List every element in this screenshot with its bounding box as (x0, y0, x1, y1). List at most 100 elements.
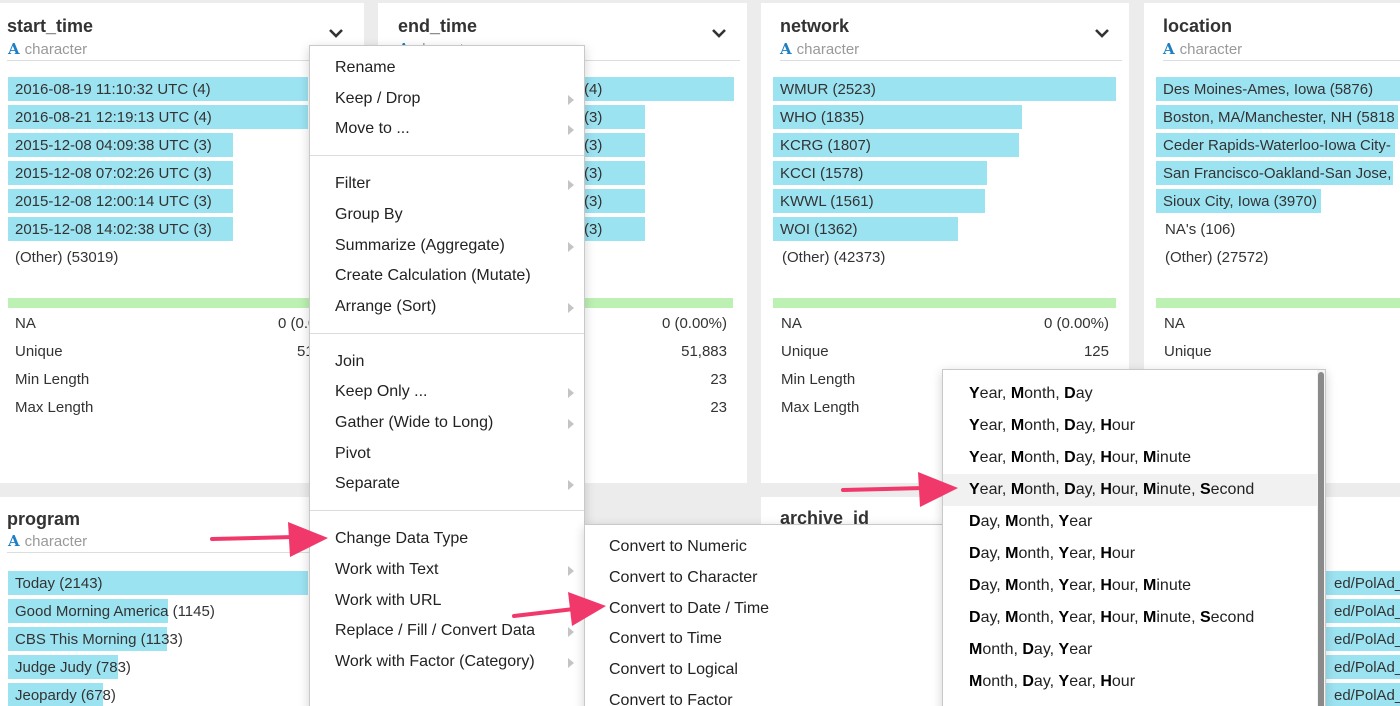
value-bar-label: 2015-12-08 12:00:14 UTC (3) (15, 193, 212, 210)
date-format-option[interactable]: Year, Month, Day, Hour, Minute (943, 442, 1325, 474)
value-bar-row[interactable]: Ceder Rapids-Waterloo-Iowa City- (1156, 133, 1400, 157)
scrollbar-thumb[interactable] (1318, 372, 1324, 706)
scrollbar[interactable] (1317, 370, 1325, 706)
value-bar-label: WHO (1835) (780, 109, 865, 126)
menu-item-label: Work with Text (335, 560, 439, 578)
menu-item[interactable]: Move to ... (310, 114, 584, 144)
value-bar-row[interactable]: Good Morning America (1145) (8, 599, 308, 623)
chevron-down-icon[interactable] (1094, 25, 1110, 41)
menu-item[interactable]: Summarize (Aggregate) (310, 231, 584, 261)
menu-item[interactable]: Group By (310, 200, 584, 230)
menu-item[interactable]: Keep / Drop (310, 84, 584, 114)
value-bar-row[interactable]: KWWL (1561) (773, 189, 1116, 213)
value-bar-row[interactable]: 2016-08-21 12:19:13 UTC (4) (8, 105, 308, 129)
format-rest: ear, (1069, 609, 1101, 626)
date-format-option[interactable]: Year, Month, Day, Hour (943, 410, 1325, 442)
menu-item[interactable]: Keep Only ... (310, 377, 584, 407)
value-bar-row[interactable]: Jeopardy (678) (8, 683, 308, 706)
format-initial: H (1100, 481, 1112, 498)
submenu-arrow-icon (568, 302, 574, 313)
menu-item[interactable]: Gather (Wide to Long) (310, 408, 584, 438)
format-rest: onth, (1024, 385, 1065, 402)
date-format-option[interactable]: Month, Day, Year (943, 634, 1325, 666)
value-bar-row[interactable]: San Francisco-Oakland-San Jose, (1156, 161, 1400, 185)
format-rest: ear, (979, 449, 1011, 466)
date-format-label: Year, Month, Day (969, 385, 1093, 403)
format-rest: our (1111, 545, 1136, 562)
format-initial: M (1005, 577, 1019, 594)
menu-item[interactable]: Convert to Numeric (585, 532, 942, 562)
date-format-label: Year, Month, Day, Hour, Minute (969, 449, 1191, 467)
menu-item[interactable]: Convert to Time (585, 624, 942, 654)
menu-item[interactable]: Join (310, 347, 584, 377)
date-format-option[interactable]: Day, Month, Year, Hour, Minute (943, 570, 1325, 602)
value-bar-label: 2015-12-08 07:02:26 UTC (3) (15, 165, 212, 182)
menu-item-label: Convert to Date / Time (609, 599, 770, 617)
menu-item[interactable]: Pivot (310, 439, 584, 469)
menu-item[interactable]: Change Data Type (310, 524, 584, 554)
value-bar-row[interactable]: WHO (1835) (773, 105, 1116, 129)
value-bar-row[interactable]: Sioux City, Iowa (3970) (1156, 189, 1400, 213)
value-bar-label: ed/PolAd_ (1334, 659, 1400, 676)
date-format-option[interactable]: Year, Month, Day, Hour, Minute, Second (943, 474, 1325, 506)
menu-item[interactable]: Convert to Character (585, 563, 942, 593)
column-type: Acharacter (8, 40, 87, 58)
menu-item[interactable]: Convert to Date / Time (585, 594, 942, 624)
value-bar-label: Des Moines-Ames, Iowa (5876) (1163, 81, 1374, 98)
other-count: (Other) (53019) (15, 249, 119, 266)
value-bar-row[interactable]: WOI (1362) (773, 217, 1116, 241)
date-format-option[interactable]: Day, Month, Year (943, 506, 1325, 538)
menu-item[interactable]: Rename (310, 53, 584, 83)
date-format-option[interactable]: Month, Day, Year, Hour (943, 666, 1325, 698)
menu-item[interactable]: Work with Text (310, 555, 584, 585)
date-format-option[interactable]: Day, Month, Year, Hour, Minute, Second (943, 602, 1325, 634)
value-bar-row[interactable]: KCRG (1807) (773, 133, 1116, 157)
value-bar-row[interactable]: 2015-12-08 12:00:14 UTC (3) (8, 189, 308, 213)
menu-item[interactable]: Create Calculation (Mutate) (310, 261, 584, 291)
format-initial: D (1064, 481, 1076, 498)
format-initial: S (1199, 609, 1211, 626)
menu-item[interactable]: Convert to Factor (585, 686, 942, 706)
value-bar-row[interactable]: 2015-12-08 07:02:26 UTC (3) (8, 161, 308, 185)
value-bar-row[interactable]: Des Moines-Ames, Iowa (5876) (1156, 77, 1400, 101)
date-format-option[interactable]: Day, Month, Year, Hour (943, 538, 1325, 570)
submenu-arrow-icon (568, 241, 574, 252)
value-bar-row[interactable]: WMUR (2523) (773, 77, 1116, 101)
menu-item-label: Convert to Factor (609, 692, 733, 706)
value-bar-row[interactable]: 2016-08-19 11:10:32 UTC (4) (8, 77, 308, 101)
menu-item[interactable]: Arrange (Sort) (310, 292, 584, 322)
date-format-option[interactable]: Year, Month, Day (943, 378, 1325, 410)
stat-label-unique: Unique (781, 343, 829, 360)
format-rest: our (1111, 417, 1136, 434)
value-bar-label: Judge Judy (783) (15, 659, 131, 676)
menu-item-label: Keep / Drop (335, 89, 421, 107)
value-bar-row[interactable]: Judge Judy (783) (8, 655, 308, 679)
menu-item-label: Summarize (Aggregate) (335, 236, 505, 254)
value-bar-row[interactable]: 2015-12-08 04:09:38 UTC (3) (8, 133, 308, 157)
menu-item[interactable]: Filter (310, 169, 584, 199)
submenu-arrow-icon (568, 419, 574, 429)
format-initial: M (1143, 577, 1157, 594)
submenu-arrow-icon (568, 180, 574, 191)
analytics-workspace: start_time Acharacter 2016-08-19 11:10:3… (0, 0, 1400, 706)
value-bar-row[interactable]: Boston, MA/Manchester, NH (5818 (1156, 105, 1400, 129)
menu-separator (310, 155, 584, 157)
chevron-down-icon[interactable] (711, 25, 727, 41)
value-bar-label: 2015-12-08 04:09:38 UTC (3) (15, 137, 212, 154)
value-bar-row[interactable]: CBS This Morning (1133) (8, 627, 308, 651)
format-initial: M (969, 673, 983, 690)
menu-item[interactable]: Separate (310, 469, 584, 499)
chevron-down-icon[interactable] (328, 25, 344, 41)
column-type: Acharacter (780, 40, 859, 58)
change-data-type-submenu: Convert to Numeric Convert to Character Co… (584, 524, 943, 706)
value-bar-row[interactable]: KCCI (1578) (773, 161, 1116, 185)
value-bar-row[interactable]: 2015-12-08 14:02:38 UTC (3) (8, 217, 308, 241)
value-bar-row[interactable]: Today (2143) (8, 571, 308, 595)
format-rest: our, (1111, 609, 1144, 626)
value-bar-label: KWWL (1561) (780, 193, 874, 210)
menu-item[interactable]: Convert to Logical (585, 655, 942, 685)
format-initial: H (1100, 417, 1112, 434)
menu-item[interactable]: Work with Factor (Category) (310, 647, 584, 677)
value-bar-label: WOI (1362) (780, 221, 858, 238)
menu-item-label: Rename (335, 59, 396, 76)
